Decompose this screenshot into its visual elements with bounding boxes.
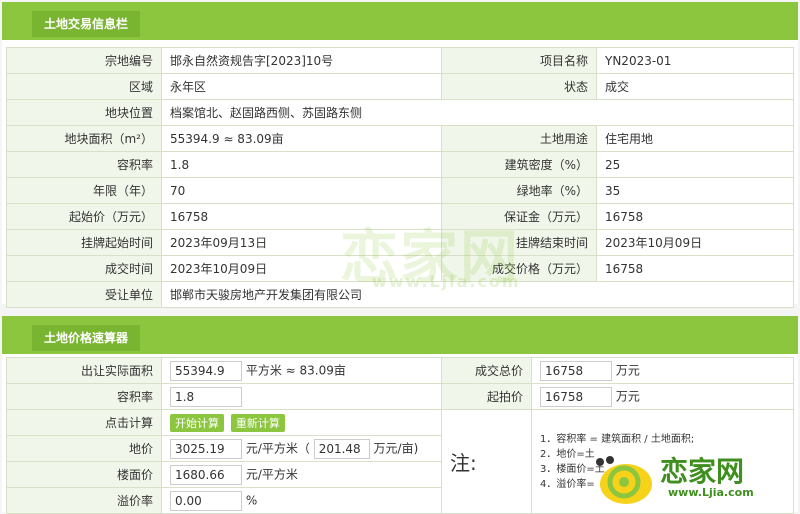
field-label: 保证金（万元） — [441, 203, 597, 230]
field-value: 55394.9 ≈ 83.09亩 — [161, 125, 442, 152]
premium-input[interactable]: 0.00 — [170, 490, 242, 511]
floor-price-input[interactable]: 1680.66 — [170, 464, 242, 485]
field-label: 挂牌结束时间 — [441, 229, 597, 256]
field-label: 受让单位 — [6, 281, 162, 308]
field-label: 宗地编号 — [6, 47, 162, 74]
info-row: 年限（年） 70 绿地率（%） 35 — [6, 177, 794, 204]
field-value: 2023年10月09日 — [161, 255, 442, 282]
click-calc-label: 点击计算 — [6, 409, 162, 436]
total-price-label: 成交总价 — [441, 357, 532, 384]
info-row: 地块位置 档案馆北、赵固路西侧、苏固路东侧 — [6, 99, 794, 126]
land-info-table: 宗地编号 邯永自然资规告字[2023]10号 项目名称 YN2023-01 区域 永年区状… — [6, 47, 794, 308]
field-label: 容积率 — [6, 151, 162, 178]
info-row: 区域 永年区 状态 成交 — [6, 73, 794, 100]
field-label: 地块位置 — [6, 99, 162, 126]
area-label: 出让实际面积 — [6, 357, 162, 384]
info-row: 起始价（万元） 16758 保证金（万元） 16758 — [6, 203, 794, 230]
info-row: 地块面积（m²） 55394.9 ≈ 83.09亩 土地用途 住宅用地 — [6, 125, 794, 152]
snail-logo-icon — [596, 456, 652, 504]
field-value: 档案馆北、赵固路西侧、苏固路东侧 — [161, 99, 794, 126]
land-price-mu-unit: 万元/亩) — [373, 441, 419, 455]
far-label: 容积率 — [6, 383, 162, 410]
premium-unit: % — [245, 493, 258, 507]
logo-url: www.Ljia.com — [668, 486, 754, 499]
floor-price-unit: 元/平方米 — [245, 467, 298, 481]
info-row: 宗地编号 邯永自然资规告字[2023]10号 项目名称 YN2023-01 — [6, 47, 794, 74]
floor-price-label: 楼面价 — [6, 461, 162, 488]
land-price-label: 地价 — [6, 435, 162, 462]
info-row: 成交时间 2023年10月09日 成交价格（万元） 16758 — [6, 255, 794, 282]
field-value: 16758 — [161, 203, 442, 230]
field-label: 建筑密度（%） — [441, 151, 597, 178]
field-value: 邯郸市天骏房地产开发集团有限公司 — [161, 281, 794, 308]
land-price-input[interactable]: 3025.19 — [170, 438, 242, 459]
field-value: 70 — [161, 177, 442, 204]
area-input[interactable]: 55394.9 — [170, 360, 242, 381]
note-item: 1．容积率 = 建筑面积 / 土地面积; — [540, 433, 695, 445]
start-price-input[interactable]: 16758 — [540, 386, 612, 407]
field-value: 35 — [596, 177, 794, 204]
field-value: 2023年09月13日 — [161, 229, 442, 256]
panel-header: 土地交易信息栏 — [2, 2, 798, 40]
info-row: 挂牌起始时间 2023年09月13日 挂牌结束时间 2023年10月09日 — [6, 229, 794, 256]
far-input[interactable]: 1.8 — [170, 386, 242, 407]
field-value: 16758 — [596, 255, 794, 282]
total-price-input[interactable]: 16758 — [540, 360, 612, 381]
land-price-unit: 元/平方米（ — [245, 441, 310, 455]
field-value: 永年区 — [161, 73, 442, 100]
field-label: 土地用途 — [441, 125, 597, 152]
field-label: 成交价格（万元） — [441, 255, 597, 282]
field-value: 2023年10月09日 — [596, 229, 794, 256]
field-value: 住宅用地 — [596, 125, 794, 152]
field-value: 邯永自然资规告字[2023]10号 — [161, 47, 442, 74]
start-price-label: 起拍价 — [441, 383, 532, 410]
reset-calc-button[interactable]: 重新计算 — [230, 413, 285, 432]
info-row: 受让单位 邯郸市天骏房地产开发集团有限公司 — [6, 281, 794, 308]
field-label: 年限（年） — [6, 177, 162, 204]
logo-text: 恋家网 — [660, 455, 745, 488]
field-label: 绿地率（%） — [441, 177, 597, 204]
panel-title: 土地价格速算器 — [32, 325, 141, 351]
land-price-mu-input[interactable]: 201.48 — [313, 438, 370, 459]
panel-title: 土地交易信息栏 — [32, 11, 141, 37]
field-label: 起始价（万元） — [6, 203, 162, 230]
panel-header: 土地价格速算器 — [2, 316, 798, 354]
start-price-unit: 万元 — [615, 389, 640, 403]
field-value: 16758 — [596, 203, 794, 230]
field-value: 成交 — [596, 73, 794, 100]
field-label: 地块面积（m²） — [6, 125, 162, 152]
area-unit: 平方米 ≈ — [245, 363, 296, 377]
field-label: 区域 — [6, 73, 162, 100]
total-price-unit: 万元 — [615, 363, 640, 377]
field-label: 状态 — [441, 73, 597, 100]
field-value: 1.8 — [161, 151, 442, 178]
field-value: YN2023-01 — [596, 47, 794, 74]
area-mu: 83.09亩 — [299, 363, 346, 377]
info-row: 容积率 1.8 建筑密度（%） 25 — [6, 151, 794, 178]
field-label: 成交时间 — [6, 255, 162, 282]
field-label: 项目名称 — [441, 47, 597, 74]
note-label: 注: — [441, 409, 532, 514]
premium-label: 溢价率 — [6, 487, 162, 514]
land-transaction-panel: 土地交易信息栏 宗地编号 邯永自然资规告字[2023]10号 项目名称 YN2023-… — [2, 2, 798, 308]
field-label: 挂牌起始时间 — [6, 229, 162, 256]
start-calc-button[interactable]: 开始计算 — [170, 413, 224, 432]
site-logo: 恋家网 www.Ljia.com — [588, 446, 798, 508]
field-value: 25 — [596, 151, 794, 178]
